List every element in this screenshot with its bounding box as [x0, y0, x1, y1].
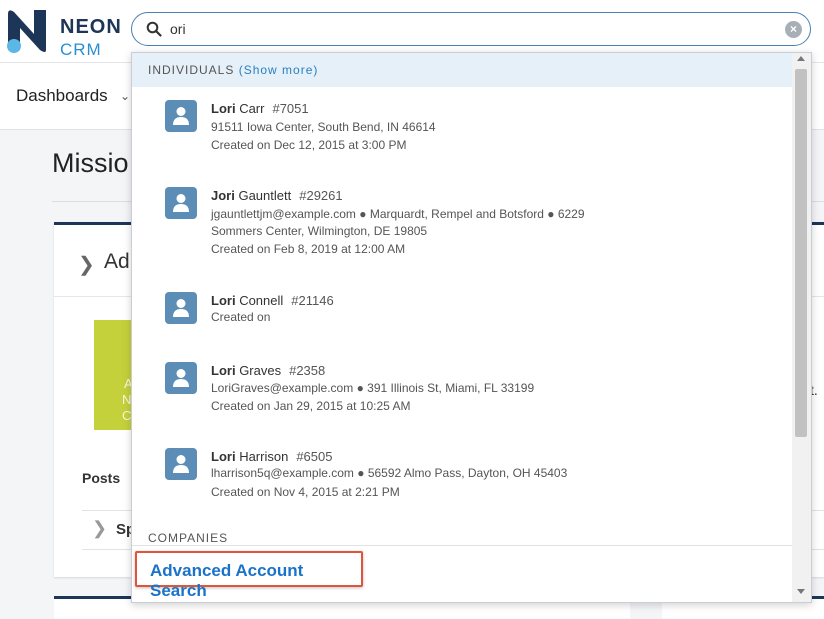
- result-created: Created on: [211, 310, 271, 324]
- nav-dashboards[interactable]: Dashboards: [16, 86, 108, 106]
- promo-letter: C: [122, 408, 132, 423]
- result-address: Sommers Center, Wilmington, DE 19805: [211, 224, 428, 238]
- scrollbar-thumb[interactable]: [795, 69, 807, 437]
- individuals-label: INDIVIDUALS: [148, 63, 235, 77]
- search-input[interactable]: ori: [170, 21, 186, 37]
- advanced-account-search-label: Advanced Account Search: [150, 561, 304, 600]
- result-contact-info: jgauntlettjm@example.com ● Marquardt, Re…: [211, 207, 585, 221]
- search-result-item[interactable]: Jori Gauntlett #29261 jgauntlettjm@exampl…: [132, 184, 792, 260]
- result-name[interactable]: Lori Connell #21146: [211, 293, 334, 308]
- result-created: Created on Dec 12, 2015 at 3:00 PM: [211, 138, 407, 152]
- neon-crm-logo[interactable]: NEON CRM: [4, 6, 121, 59]
- search-results-dropdown: INDIVIDUALS (Show more) Lori Carr #7051 9…: [131, 52, 812, 603]
- result-contact-info: LoriGraves@example.com ● 391 Illinois St…: [211, 381, 535, 395]
- person-avatar-icon: [165, 448, 197, 480]
- chevron-right-icon[interactable]: ❯: [92, 518, 107, 539]
- clear-search-icon[interactable]: ×: [785, 21, 802, 38]
- search-result-item[interactable]: Lori Carr #7051 91511 Iowa Center, South …: [132, 97, 792, 157]
- person-avatar-icon: [165, 187, 197, 219]
- result-name[interactable]: Lori Graves #2358: [211, 363, 325, 378]
- search-result-item[interactable]: Lori Graves #2358 LoriGraves@example.com …: [132, 359, 792, 419]
- search-result-item[interactable]: Lori Harrison #6505 lharrison5q@example.c…: [132, 445, 792, 505]
- companies-section-header: COMPANIES: [148, 531, 229, 545]
- person-avatar-icon: [165, 292, 197, 324]
- search-result-item[interactable]: Lori Connell #21146 Created on: [132, 289, 792, 329]
- show-more-link[interactable]: (Show more): [239, 63, 319, 77]
- person-avatar-icon: [165, 100, 197, 132]
- result-created: Created on Nov 4, 2015 at 2:21 PM: [211, 485, 400, 499]
- result-created: Created on Feb 8, 2019 at 12:00 AM: [211, 242, 406, 256]
- neon-logo-icon: [7, 10, 46, 53]
- global-search-box[interactable]: ori ×: [131, 12, 811, 46]
- promo-banner-image: A N C: [94, 320, 134, 430]
- dropdown-scrollbar[interactable]: [792, 53, 811, 602]
- result-address: 91511 Iowa Center, South Bend, IN 46614: [211, 120, 436, 134]
- posts-label: Posts: [82, 470, 121, 486]
- page-title: Missio: [52, 148, 129, 178]
- collapse-chevron-icon[interactable]: ❯: [78, 252, 95, 277]
- logo-word-neon: NEON: [60, 16, 122, 38]
- individuals-section-header: INDIVIDUALS (Show more): [132, 53, 792, 87]
- person-avatar-icon: [165, 362, 197, 394]
- advanced-account-search-button[interactable]: Advanced Account Search: [135, 551, 363, 600]
- dropdown-footer-divider: [132, 545, 792, 546]
- result-name[interactable]: Jori Gauntlett #29261: [211, 188, 343, 203]
- scroll-down-arrow-icon[interactable]: [797, 589, 805, 594]
- scroll-up-arrow-icon[interactable]: [797, 56, 805, 61]
- chevron-down-icon[interactable]: ⌄: [120, 89, 130, 103]
- search-icon: [146, 21, 162, 37]
- result-created: Created on Jan 29, 2015 at 10:25 AM: [211, 399, 411, 413]
- result-name[interactable]: Lori Harrison #6505: [211, 449, 332, 464]
- promo-letter: N: [122, 392, 132, 407]
- card-title: Ad: [104, 250, 130, 273]
- result-name[interactable]: Lori Carr #7051: [211, 101, 309, 116]
- logo-word-crm: CRM: [60, 40, 102, 59]
- result-contact-info: lharrison5q@example.com ● 56592 Almo Pas…: [211, 466, 568, 480]
